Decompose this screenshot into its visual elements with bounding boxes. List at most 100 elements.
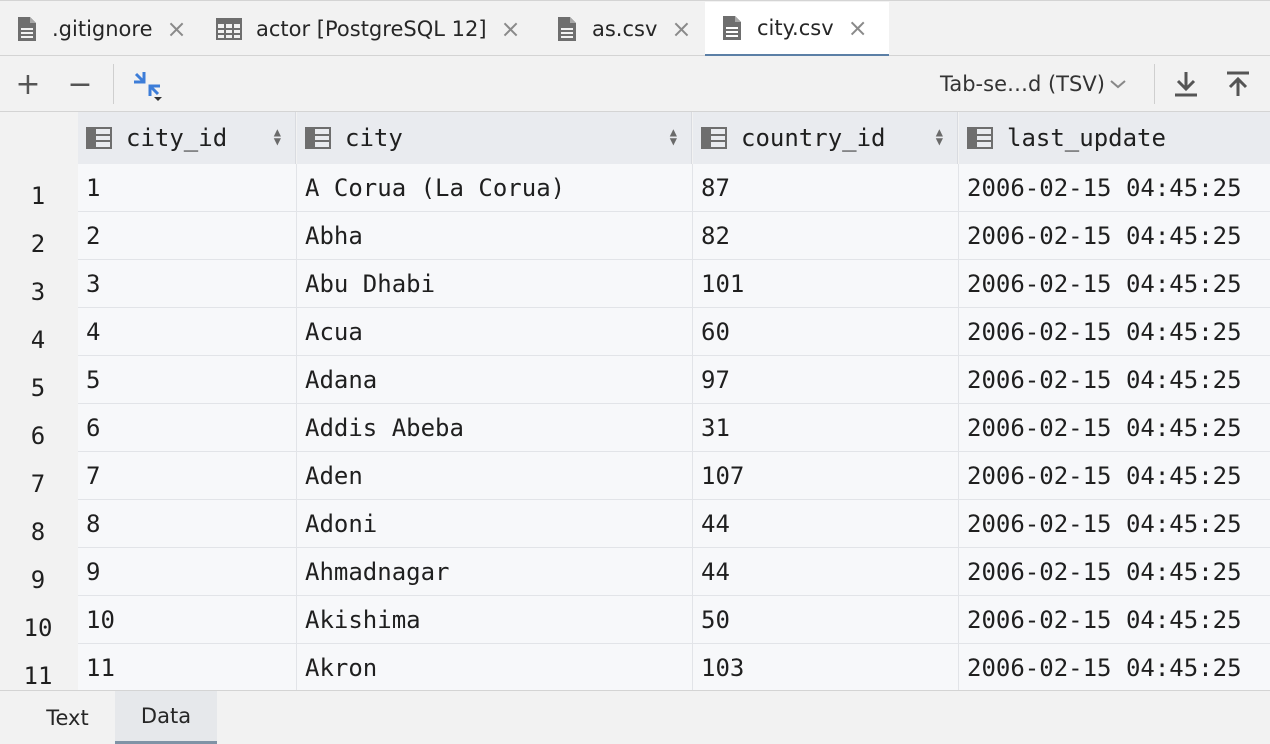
- sort-icon[interactable]: ▲ ▼: [936, 126, 943, 147]
- file-icon: [558, 17, 576, 41]
- toolbar-separator: [1154, 64, 1155, 104]
- format-dropdown[interactable]: Tab-se…d (TSV): [940, 56, 1127, 112]
- add-row-button[interactable]: +: [10, 56, 46, 112]
- cell-country-id[interactable]: 44: [693, 548, 959, 596]
- table-row[interactable]: 2 2 Abha 82 2006-02-15 04:45:25: [0, 212, 1270, 260]
- data-toolbar: + − Tab-se…d (TSV): [0, 56, 1270, 112]
- cell-city-id[interactable]: 2: [78, 212, 297, 260]
- cell-city[interactable]: Akron: [297, 644, 693, 690]
- editor-tab-bar: .gitignore × actor [PostgreSQL 12] × as.…: [0, 0, 1270, 57]
- cell-city[interactable]: Ahmadnagar: [297, 548, 693, 596]
- row-number: 9: [0, 548, 76, 596]
- cell-city[interactable]: Abu Dhabi: [297, 260, 693, 308]
- table-icon: [216, 18, 242, 40]
- chevron-down-icon: [1110, 80, 1126, 89]
- column-header-last-update[interactable]: last_update: [959, 112, 1270, 164]
- column-name: city: [345, 124, 403, 152]
- table-row[interactable]: 9 9 Ahmadnagar 44 2006-02-15 04:45:25: [0, 548, 1270, 596]
- cell-city[interactable]: Aden: [297, 452, 693, 500]
- close-icon[interactable]: ×: [501, 17, 521, 41]
- row-number: 2: [0, 212, 76, 260]
- table-row[interactable]: 10 10 Akishima 50 2006-02-15 04:45:25: [0, 596, 1270, 644]
- table-row[interactable]: 3 3 Abu Dhabi 101 2006-02-15 04:45:25: [0, 260, 1270, 308]
- cell-last-update[interactable]: 2006-02-15 04:45:25: [959, 212, 1270, 260]
- cell-last-update[interactable]: 2006-02-15 04:45:25: [959, 452, 1270, 500]
- remove-row-button[interactable]: −: [62, 56, 98, 112]
- column-name: city_id: [126, 124, 228, 152]
- column-header-city-id[interactable]: city_id ▲ ▼: [78, 112, 296, 164]
- tab-city-csv[interactable]: city.csv ×: [705, 2, 889, 57]
- table-row[interactable]: 7 7 Aden 107 2006-02-15 04:45:25: [0, 452, 1270, 500]
- row-number: 8: [0, 500, 76, 548]
- table-row[interactable]: 5 5 Adana 97 2006-02-15 04:45:25: [0, 356, 1270, 404]
- table-row[interactable]: 4 4 Acua 60 2006-02-15 04:45:25: [0, 308, 1270, 356]
- cell-city[interactable]: Adana: [297, 356, 693, 404]
- cell-last-update[interactable]: 2006-02-15 04:45:25: [959, 596, 1270, 644]
- column-icon: [967, 127, 993, 149]
- tab-as-csv[interactable]: as.csv ×: [540, 2, 705, 56]
- table-row[interactable]: 8 8 Adoni 44 2006-02-15 04:45:25: [0, 500, 1270, 548]
- download-button[interactable]: [1168, 56, 1204, 112]
- cell-last-update[interactable]: 2006-02-15 04:45:25: [959, 644, 1270, 690]
- row-number: 1: [0, 164, 76, 212]
- column-header-country-id[interactable]: country_id ▲ ▼: [693, 112, 958, 164]
- upload-button[interactable]: [1220, 56, 1256, 112]
- column-name: last_update: [1007, 124, 1166, 152]
- sort-icon[interactable]: ▲ ▼: [274, 126, 281, 147]
- cell-country-id[interactable]: 107: [693, 452, 959, 500]
- cell-city-id[interactable]: 1: [78, 164, 297, 212]
- cell-country-id[interactable]: 103: [693, 644, 959, 690]
- cell-city-id[interactable]: 7: [78, 452, 297, 500]
- tab-data[interactable]: Data: [115, 691, 217, 744]
- table-row[interactable]: 6 6 Addis Abeba 31 2006-02-15 04:45:25: [0, 404, 1270, 452]
- cell-last-update[interactable]: 2006-02-15 04:45:25: [959, 356, 1270, 404]
- cell-city-id[interactable]: 8: [78, 500, 297, 548]
- tab-label: as.csv: [592, 17, 658, 41]
- cell-city[interactable]: Adoni: [297, 500, 693, 548]
- tab-actor[interactable]: actor [PostgreSQL 12] ×: [200, 2, 540, 56]
- cell-city[interactable]: A Corua (La Corua): [297, 164, 693, 212]
- cell-city[interactable]: Acua: [297, 308, 693, 356]
- row-number-header: [0, 112, 76, 164]
- cell-last-update[interactable]: 2006-02-15 04:45:25: [959, 500, 1270, 548]
- cell-country-id[interactable]: 31: [693, 404, 959, 452]
- cell-country-id[interactable]: 60: [693, 308, 959, 356]
- file-icon: [723, 16, 741, 40]
- tab-label: .gitignore: [52, 17, 153, 41]
- cell-country-id[interactable]: 44: [693, 500, 959, 548]
- cell-last-update[interactable]: 2006-02-15 04:45:25: [959, 260, 1270, 308]
- cell-last-update[interactable]: 2006-02-15 04:45:25: [959, 548, 1270, 596]
- close-icon[interactable]: ×: [167, 17, 187, 41]
- cell-country-id[interactable]: 87: [693, 164, 959, 212]
- cell-country-id[interactable]: 82: [693, 212, 959, 260]
- format-label: Tab-se…d (TSV): [940, 72, 1105, 96]
- cell-city-id[interactable]: 9: [78, 548, 297, 596]
- row-number: 4: [0, 308, 76, 356]
- cell-city[interactable]: Addis Abeba: [297, 404, 693, 452]
- close-icon[interactable]: ×: [848, 16, 868, 40]
- cell-city-id[interactable]: 5: [78, 356, 297, 404]
- cell-last-update[interactable]: 2006-02-15 04:45:25: [959, 164, 1270, 212]
- cell-country-id[interactable]: 101: [693, 260, 959, 308]
- cell-city[interactable]: Akishima: [297, 596, 693, 644]
- transpose-button[interactable]: [126, 56, 168, 112]
- column-icon: [701, 127, 727, 149]
- cell-city-id[interactable]: 11: [78, 644, 297, 690]
- cell-city-id[interactable]: 3: [78, 260, 297, 308]
- cell-country-id[interactable]: 50: [693, 596, 959, 644]
- tab-gitignore[interactable]: .gitignore ×: [0, 2, 200, 56]
- cell-country-id[interactable]: 97: [693, 356, 959, 404]
- cell-city-id[interactable]: 4: [78, 308, 297, 356]
- column-header-city[interactable]: city ▲ ▼: [297, 112, 692, 164]
- sort-icon[interactable]: ▲ ▼: [670, 126, 677, 147]
- close-icon[interactable]: ×: [671, 17, 691, 41]
- cell-last-update[interactable]: 2006-02-15 04:45:25: [959, 308, 1270, 356]
- cell-city-id[interactable]: 10: [78, 596, 297, 644]
- cell-city[interactable]: Abha: [297, 212, 693, 260]
- cell-city-id[interactable]: 6: [78, 404, 297, 452]
- column-icon: [86, 127, 112, 149]
- cell-last-update[interactable]: 2006-02-15 04:45:25: [959, 404, 1270, 452]
- tab-text[interactable]: Text: [20, 691, 115, 744]
- table-row[interactable]: 1 1 A Corua (La Corua) 87 2006-02-15 04:…: [0, 164, 1270, 212]
- table-row[interactable]: 11 11 Akron 103 2006-02-15 04:45:25: [0, 644, 1270, 690]
